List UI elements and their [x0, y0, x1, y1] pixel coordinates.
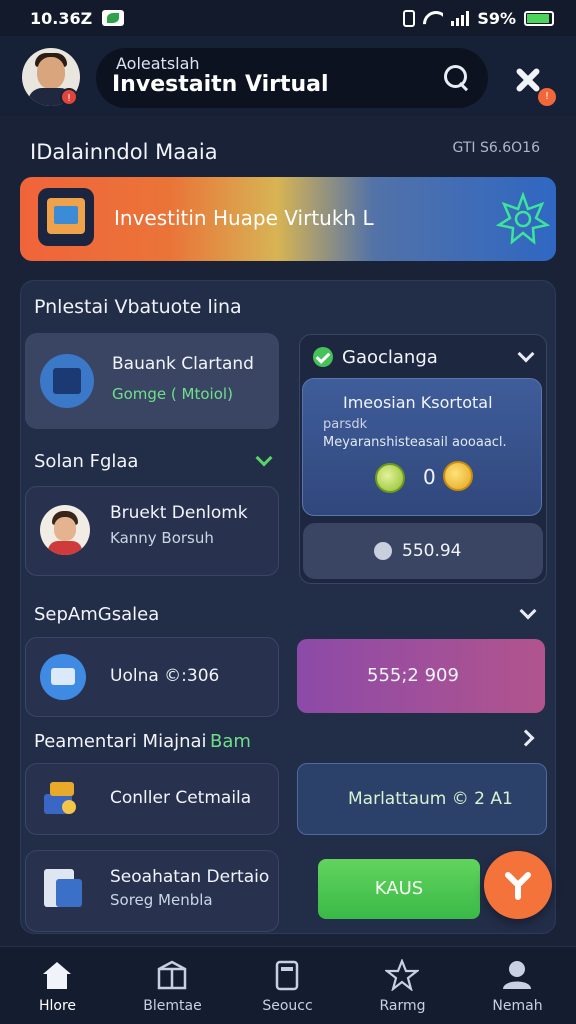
nav-label-rating: Rarmg — [379, 998, 426, 1014]
wallet-card-label: Uolna ©:306 — [110, 666, 220, 686]
subheading-3-highlight: Bam — [210, 731, 251, 752]
highlight-value-card[interactable]: 555;2 909 — [297, 639, 545, 713]
nav-item-profile[interactable]: Nemah — [460, 947, 575, 1024]
check-icon — [313, 347, 333, 367]
highlight-value: 555;2 909 — [367, 665, 459, 686]
person-avatar — [40, 505, 90, 555]
coin-icon — [374, 542, 392, 560]
overview-title: Gaoclanga — [342, 347, 438, 368]
battery-icon — [524, 10, 554, 26]
coin-value: 0 — [423, 465, 436, 489]
market-value-card[interactable]: Marlattaum © 2 A1 — [297, 763, 547, 835]
portfolio-summary-card[interactable]: Imeosian Ksortotal parsdk Meyaranshistea… — [302, 378, 542, 516]
subheading-3: Peamentari Miajnai — [34, 731, 207, 752]
panel-title: Pnlestai Vbatuote lina — [34, 296, 242, 318]
section-meta: GTI S6.6O16 — [452, 140, 540, 156]
nav-label-profile: Nemah — [492, 998, 543, 1014]
account-card-title: Bauank Clartand — [112, 354, 254, 374]
portfolio-summary-title: Imeosian Ksortotal — [343, 393, 493, 412]
balance-card[interactable]: 550.94 — [303, 523, 543, 579]
primary-action-button[interactable]: KAUS — [318, 859, 480, 919]
phone-icon — [403, 9, 416, 27]
person-card-subtitle: Kanny Borsuh — [110, 529, 214, 547]
subheading-2: SepAmGsalea — [34, 604, 160, 625]
wallet-icon — [40, 654, 86, 700]
floating-action-button[interactable] — [484, 851, 552, 919]
status-time: 10.36Z — [30, 8, 93, 28]
wallet-card[interactable]: Uolna ©:306 — [25, 637, 279, 717]
document-icon — [42, 867, 86, 911]
star-icon — [385, 959, 419, 991]
person-card[interactable]: Bruekt Denlomk Kanny Borsuh — [25, 486, 279, 576]
promo-banner[interactable]: Investitin Huape Virtukh L — [20, 177, 556, 261]
tools-badge: ! — [538, 88, 556, 106]
document-card[interactable]: Seoahatan Dertaio Soreg Menbla — [25, 850, 279, 932]
wifi-icon — [423, 11, 443, 25]
app-notification-icon — [102, 10, 125, 26]
gold-card-label: Conller Cetmaila — [110, 788, 252, 808]
nav-label-home: Hlore — [38, 998, 77, 1014]
document-card-subtitle: Soreg Menbla — [110, 891, 213, 909]
nav-item-wallet[interactable]: Seoucc — [230, 947, 345, 1024]
chart-board-icon — [38, 188, 94, 246]
portfolio-summary-line1: parsdk — [323, 417, 368, 432]
signal-icon — [451, 10, 470, 26]
account-card-subtitle: Gomge ( Mtoiol) — [112, 385, 233, 403]
subheading-1: Solan Fglaa — [34, 451, 139, 472]
status-bar: 10.36Z S9% — [0, 0, 576, 36]
search-bar[interactable]: Aoleatslah Investaitn Virtual — [96, 48, 488, 108]
gold-card[interactable]: Conller Cetmaila — [25, 763, 279, 835]
person-card-title: Bruekt Denlomk — [110, 503, 248, 523]
wallet-icon — [275, 960, 299, 991]
app-header: ! Aoleatslah Investaitn Virtual ! — [0, 36, 576, 116]
coin-icon — [443, 461, 473, 491]
nav-label-box: Blemtae — [143, 998, 202, 1014]
box-icon — [157, 960, 187, 990]
banner-text: Investitin Huape Virtukh L — [114, 206, 374, 230]
nav-item-home[interactable]: Hlore — [0, 947, 115, 1024]
nav-label-wallet: Seoucc — [262, 998, 313, 1014]
gold-bars-icon — [42, 778, 82, 818]
search-title: Investaitn Virtual — [112, 72, 329, 97]
battery-percent: S9% — [477, 8, 516, 28]
section-title: IDalainndol Maaia — [30, 140, 218, 164]
avatar-badge: ! — [60, 88, 78, 106]
bottom-nav: Hlore Blemtae Seoucc Rarmg Nemah — [0, 946, 576, 1024]
market-value: Marlattaum © 2 A1 — [348, 789, 513, 809]
fork-icon — [505, 872, 531, 900]
ledger-icon — [40, 354, 94, 408]
balance-value: 550.94 — [402, 541, 462, 561]
nav-item-box[interactable]: Blemtae — [115, 947, 230, 1024]
home-icon — [43, 962, 71, 989]
document-card-title: Seoahatan Dertaio — [110, 867, 270, 887]
profile-icon — [503, 961, 531, 989]
coin-icon — [375, 463, 405, 493]
search-icon[interactable] — [442, 63, 472, 93]
star-badge-icon[interactable] — [496, 192, 550, 246]
nav-item-rating[interactable]: Rarmg — [345, 947, 460, 1024]
portfolio-summary-line2: Meyaranshisteasail aooaacl. — [323, 435, 507, 450]
search-caption: Aoleatslah — [116, 54, 200, 73]
account-card[interactable]: Bauank Clartand Gomge ( Mtoiol) — [25, 333, 279, 429]
